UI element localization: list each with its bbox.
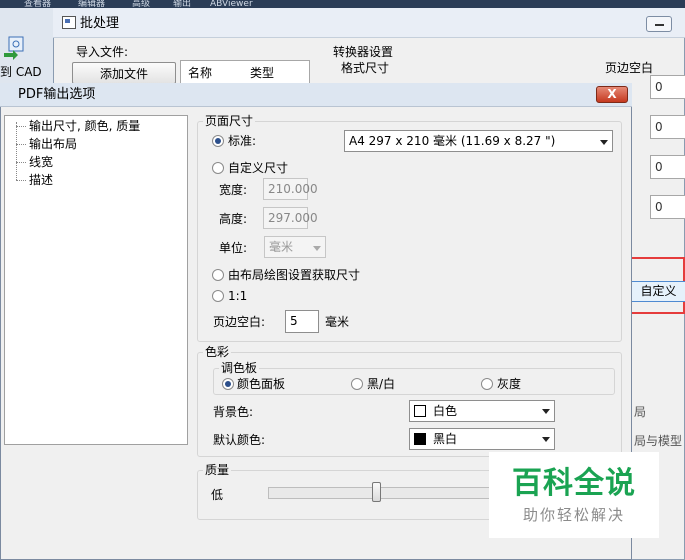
window-icon bbox=[62, 16, 76, 29]
tree-item-line-width[interactable]: 线宽 bbox=[16, 154, 53, 170]
standard-radio[interactable] bbox=[212, 135, 224, 147]
layout-option-label: 局 bbox=[634, 405, 647, 419]
palette-color-label: 颜色面板 bbox=[237, 377, 286, 391]
minimize-button[interactable] bbox=[646, 16, 672, 32]
tab-abviewer[interactable]: ABViewer bbox=[210, 0, 260, 8]
margin-input-2[interactable]: 0 bbox=[650, 115, 685, 139]
from-layout-radio[interactable] bbox=[212, 269, 224, 281]
add-file-button[interactable]: 添加文件 bbox=[72, 62, 176, 84]
palette-color-radio[interactable] bbox=[222, 378, 234, 390]
tab-advanced[interactable]: 高级 bbox=[132, 0, 162, 8]
color-title: 色彩 bbox=[203, 345, 232, 359]
tree-item-layout[interactable]: 输出布局 bbox=[16, 136, 77, 152]
close-button[interactable]: X bbox=[596, 86, 628, 103]
margin-input-3[interactable]: 0 bbox=[650, 155, 685, 179]
custom-size-radio[interactable] bbox=[212, 162, 224, 174]
standard-label: 标准: bbox=[228, 134, 257, 148]
layout-model-option-label: 局与模型 bbox=[634, 434, 683, 448]
format-size-label: 格式尺寸 bbox=[341, 61, 390, 75]
page-size-title: 页面尺寸 bbox=[203, 114, 256, 128]
chevron-down-icon bbox=[313, 246, 321, 251]
chevron-down-icon bbox=[542, 409, 550, 414]
standard-size-select[interactable]: A4 297 x 210 毫米 (11.69 x 8.27 ") bbox=[344, 130, 613, 152]
tree-item-size-color-quality[interactable]: 输出尺寸, 颜色, 质量 bbox=[16, 118, 140, 134]
column-type[interactable]: 类型 bbox=[250, 66, 274, 80]
batch-title-bar bbox=[53, 8, 685, 38]
height-input[interactable]: 297.000 bbox=[263, 207, 318, 229]
page-margin-label: 页边空白 bbox=[605, 61, 654, 75]
quality-slider-thumb[interactable] bbox=[371, 482, 381, 502]
page-margin-input[interactable]: 5 bbox=[285, 310, 319, 333]
watermark-subtitle: 助你轻松解决 bbox=[522, 506, 625, 524]
palette-bw-radio[interactable] bbox=[351, 378, 363, 390]
margin-input-4[interactable]: 0 bbox=[650, 195, 685, 219]
one-to-one-radio[interactable] bbox=[212, 290, 224, 302]
tab-output[interactable]: 输出 bbox=[173, 0, 203, 8]
tab-editor[interactable]: 编辑器 bbox=[78, 0, 118, 8]
height-label: 高度: bbox=[219, 212, 248, 226]
chevron-down-icon bbox=[542, 437, 550, 442]
to-cad-icon[interactable] bbox=[3, 36, 25, 60]
palette-bw-label: 黑/白 bbox=[367, 377, 396, 391]
import-files-label: 导入文件: bbox=[76, 45, 129, 59]
quality-low-label: 低 bbox=[211, 488, 224, 502]
default-color-swatch bbox=[414, 433, 426, 445]
page-margin-unit: 毫米 bbox=[325, 315, 350, 329]
custom-size-label: 自定义尺寸 bbox=[228, 161, 289, 175]
converter-settings-label: 转换器设置 bbox=[333, 45, 394, 59]
watermark-logo-text: 百科全说 bbox=[512, 466, 636, 501]
background-color-swatch bbox=[414, 405, 426, 417]
width-label: 宽度: bbox=[219, 183, 248, 197]
tree-item-description[interactable]: 描述 bbox=[16, 172, 53, 188]
page-margin-label: 页边空白: bbox=[213, 315, 266, 329]
batch-title: 批处理 bbox=[80, 16, 120, 31]
to-cad-label[interactable]: 到 CAD bbox=[0, 64, 52, 80]
from-layout-label: 由布局绘图设置获取尺寸 bbox=[228, 268, 361, 282]
one-to-one-label: 1:1 bbox=[228, 289, 248, 303]
palette-gray-label: 灰度 bbox=[497, 377, 522, 391]
custom-button[interactable]: 自定义 bbox=[631, 281, 685, 302]
default-color-select[interactable] bbox=[409, 428, 555, 450]
default-color-value: 黑白 bbox=[433, 432, 458, 446]
page-size-group bbox=[197, 121, 622, 342]
column-name[interactable]: 名称 bbox=[188, 66, 212, 80]
tab-viewer[interactable]: 查看器 bbox=[24, 0, 64, 8]
background-color-value: 白色 bbox=[433, 404, 458, 418]
background-color-label: 背景色: bbox=[213, 405, 254, 419]
unit-label: 单位: bbox=[219, 241, 248, 255]
default-color-label: 默认颜色: bbox=[213, 433, 266, 447]
pdf-dialog-title: PDF输出选项 bbox=[18, 87, 96, 102]
quality-title: 质量 bbox=[203, 463, 232, 477]
background-color-select[interactable] bbox=[409, 400, 555, 422]
margin-input-1[interactable]: 0 bbox=[650, 75, 685, 99]
palette-title: 调色板 bbox=[219, 361, 260, 375]
palette-gray-radio[interactable] bbox=[481, 378, 493, 390]
width-input[interactable]: 210.000 bbox=[263, 178, 318, 200]
chevron-down-icon bbox=[600, 140, 608, 145]
